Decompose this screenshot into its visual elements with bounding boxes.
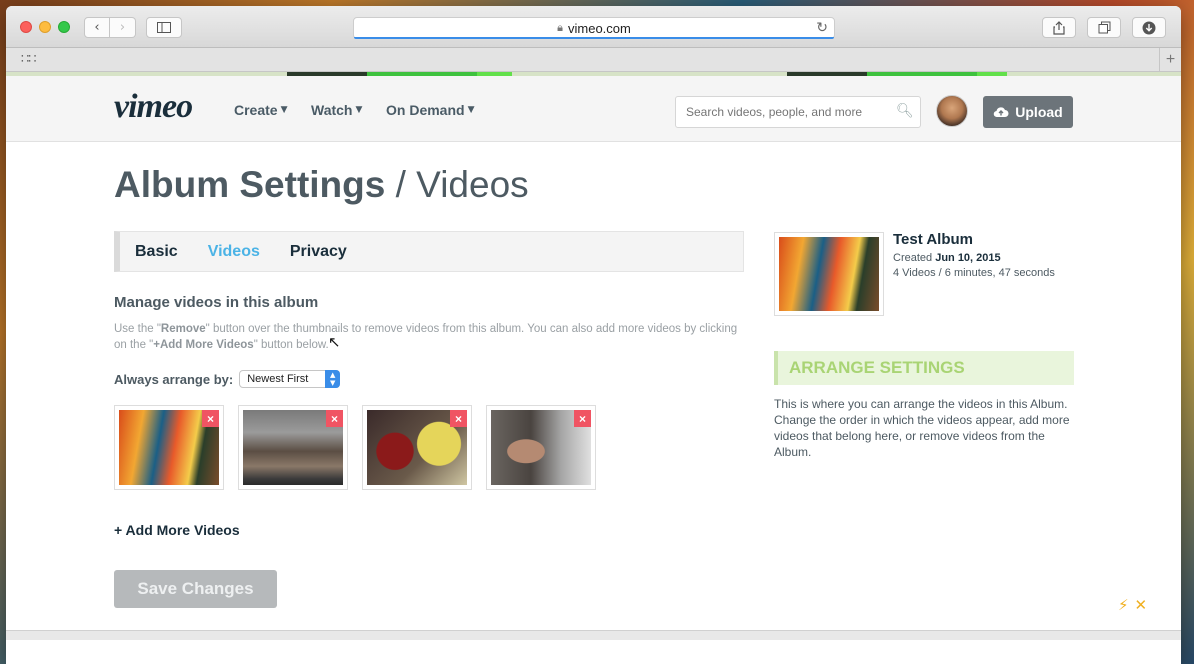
tab-privacy[interactable]: Privacy: [275, 243, 362, 261]
corner-icons: ⚡︎ ✕: [1118, 596, 1147, 614]
arrange-row: Always arrange by: Newest First ▲ ▼: [114, 370, 341, 388]
window-close-button[interactable]: [20, 21, 32, 33]
save-changes-button[interactable]: Save Changes: [114, 570, 277, 608]
downloads-button[interactable]: [1132, 17, 1166, 38]
album-thumbnail: [774, 232, 884, 316]
album-stats: 4 Videos / 6 minutes, 47 seconds: [893, 267, 1055, 279]
album-created-date: Jun 10, 2015: [935, 252, 1001, 264]
browser-titlebar: ‹ › 🔒︎ vimeo.com ↻: [6, 6, 1181, 48]
close-icon[interactable]: ✕: [1135, 596, 1148, 614]
share-button[interactable]: [1042, 17, 1076, 38]
nav-create[interactable]: Create ▼: [234, 102, 288, 118]
help-text-part: Use the ": [114, 323, 161, 335]
help-text: Use the "Remove" button over the thumbna…: [114, 321, 739, 353]
chevron-down-icon: ▼: [280, 105, 288, 115]
nav-watch-label: Watch: [311, 102, 353, 118]
vimeo-logo[interactable]: vimeo: [114, 88, 193, 126]
remove-video-button[interactable]: ×: [202, 410, 219, 427]
help-text-add: +Add More Videos: [153, 339, 254, 351]
video-thumbnail[interactable]: ×: [238, 405, 348, 490]
nav-on-demand[interactable]: On Demand ▼: [386, 102, 475, 118]
browser-window: ‹ › 🔒︎ vimeo.com ↻ ∷∷ + vimeo Create ▼ W…: [6, 6, 1181, 664]
page-load-indicator: [354, 37, 834, 39]
chevron-right-icon: ›: [119, 20, 126, 35]
video-thumbnail[interactable]: ×: [362, 405, 472, 490]
nav-watch[interactable]: Watch ▼: [311, 102, 362, 118]
new-tab-button[interactable]: +: [1159, 48, 1181, 72]
remove-video-button[interactable]: ×: [574, 410, 591, 427]
album-title: Test Album: [893, 231, 974, 248]
help-text-part: " button below.: [253, 339, 329, 351]
tab-basic[interactable]: Basic: [120, 243, 193, 261]
arrange-settings-heading: ARRANGE SETTINGS: [774, 351, 1074, 385]
remove-video-button[interactable]: ×: [326, 410, 343, 427]
sidebar-toggle-button[interactable]: [146, 17, 182, 38]
chevron-down-icon: ▼: [355, 105, 363, 115]
add-more-videos-link[interactable]: + Add More Videos: [114, 522, 240, 538]
upload-label: Upload: [1015, 104, 1063, 120]
video-thumbnail[interactable]: ×: [114, 405, 224, 490]
chevron-down-icon: ▼: [467, 105, 475, 115]
arrange-label: Always arrange by:: [114, 371, 234, 387]
window-maximize-button[interactable]: [58, 21, 70, 33]
site-header: vimeo Create ▼ Watch ▼ On Demand ▼ 🔍︎ Up…: [6, 76, 1181, 142]
tab-videos[interactable]: Videos: [193, 243, 275, 261]
video-thumbnails: × × × ×: [114, 405, 596, 490]
lock-icon: 🔒︎: [557, 21, 563, 34]
tabs-icon: [1098, 21, 1110, 34]
window-minimize-button[interactable]: [39, 21, 51, 33]
show-tabs-button[interactable]: [1087, 17, 1121, 38]
chevron-left-icon: ‹: [94, 20, 100, 35]
favorites-bar: ∷∷ +: [6, 48, 1181, 72]
album-thumbnail-image: [779, 237, 879, 311]
search-input[interactable]: [675, 96, 921, 128]
nav-create-label: Create: [234, 102, 278, 118]
reload-icon[interactable]: ↻: [816, 20, 828, 36]
settings-tabs: Basic Videos Privacy: [114, 231, 744, 272]
mouse-cursor-icon: ↖: [328, 333, 341, 351]
arrange-select-value: Newest First: [247, 373, 309, 385]
album-created-prefix: Created: [893, 252, 936, 264]
album-created: Created Jun 10, 2015: [893, 252, 1001, 264]
page-title: Album Settings / Videos: [114, 164, 529, 206]
horizontal-scrollbar[interactable]: [6, 630, 1181, 640]
upload-button[interactable]: Upload: [983, 96, 1073, 128]
select-stepper-icon: ▲ ▼: [325, 370, 341, 388]
page-title-main: Album Settings: [114, 164, 386, 205]
remove-video-button[interactable]: ×: [450, 410, 467, 427]
grid-icon[interactable]: ∷∷: [21, 52, 37, 67]
address-url: vimeo.com: [568, 20, 631, 36]
forward-button[interactable]: ›: [110, 17, 136, 38]
video-thumbnail[interactable]: ×: [486, 405, 596, 490]
arrange-select[interactable]: Newest First ▲ ▼: [239, 370, 341, 388]
page-title-sub: / Videos: [385, 164, 529, 205]
sidebar-icon: [157, 22, 171, 33]
search-icon[interactable]: 🔍︎: [896, 103, 914, 119]
arrange-settings-description: This is where you can arrange the videos…: [774, 397, 1070, 459]
share-icon: [1053, 20, 1065, 35]
lightning-icon[interactable]: ⚡︎: [1118, 596, 1129, 614]
cloud-upload-icon: [994, 107, 1009, 118]
address-bar[interactable]: 🔒︎ vimeo.com ↻: [353, 17, 835, 39]
help-text-remove: Remove: [160, 323, 206, 335]
section-heading: Manage videos in this album: [114, 294, 319, 311]
download-icon: [1142, 21, 1156, 34]
nav-on-demand-label: On Demand: [386, 102, 465, 118]
avatar[interactable]: [936, 95, 968, 127]
back-button[interactable]: ‹: [84, 17, 110, 38]
